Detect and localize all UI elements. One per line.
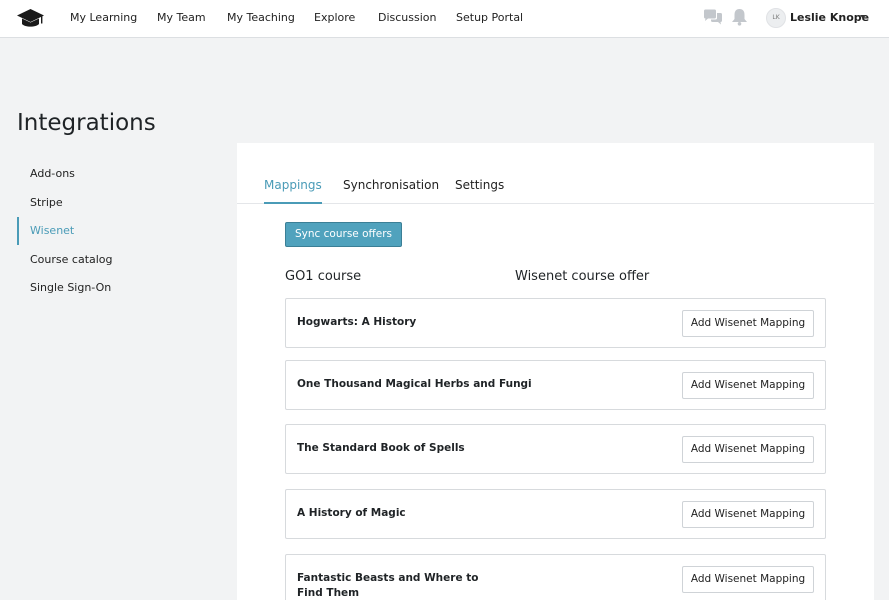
course-mapping-row: One Thousand Magical Herbs and Fungi Add… <box>285 360 826 410</box>
wisenet-panel: Mappings Synchronisation Settings Sync c… <box>237 143 874 600</box>
nav-explore[interactable]: Explore <box>314 0 355 37</box>
course-mapping-row: A History of Magic Add Wisenet Mapping <box>285 489 826 539</box>
course-mapping-row: Hogwarts: A History Add Wisenet Mapping <box>285 298 826 348</box>
caret-down-icon[interactable] <box>860 15 866 19</box>
nav-my-learning[interactable]: My Learning <box>70 0 137 37</box>
graduation-cap-logo-icon[interactable] <box>16 7 45 31</box>
chat-bubbles-icon[interactable] <box>703 9 723 26</box>
course-mapping-row: Fantastic Beasts and Where to Find Them … <box>285 554 826 600</box>
add-wisenet-mapping-button[interactable]: Add Wisenet Mapping <box>682 372 814 399</box>
course-title: The Standard Book of Spells <box>297 442 465 454</box>
add-wisenet-mapping-button[interactable]: Add Wisenet Mapping <box>682 310 814 337</box>
add-wisenet-mapping-button[interactable]: Add Wisenet Mapping <box>682 566 814 593</box>
column-header-go1-course: GO1 course <box>285 269 362 284</box>
page-title: Integrations <box>17 110 156 136</box>
user-avatar[interactable]: LK <box>766 8 786 28</box>
nav-my-team[interactable]: My Team <box>157 0 206 37</box>
top-navigation-bar: My Learning My Team My Teaching Explore … <box>0 0 889 38</box>
sync-course-offers-button[interactable]: Sync course offers <box>285 222 402 247</box>
tab-mappings[interactable]: Mappings <box>264 178 322 204</box>
user-name[interactable]: Leslie Knope <box>790 0 869 37</box>
nav-setup-portal[interactable]: Setup Portal <box>456 0 523 37</box>
course-mapping-row: The Standard Book of Spells Add Wisenet … <box>285 424 826 474</box>
nav-my-teaching[interactable]: My Teaching <box>227 0 295 37</box>
tab-bar: Mappings Synchronisation Settings <box>237 143 874 204</box>
add-wisenet-mapping-button[interactable]: Add Wisenet Mapping <box>682 501 814 528</box>
course-title: A History of Magic <box>297 507 406 519</box>
tab-settings[interactable]: Settings <box>455 178 504 204</box>
sidebar-item-stripe[interactable]: Stripe <box>17 189 197 217</box>
course-title: One Thousand Magical Herbs and Fungi <box>297 378 532 390</box>
sidebar-item-single-sign-on[interactable]: Single Sign-On <box>17 274 197 302</box>
nav-discussion[interactable]: Discussion <box>378 0 437 37</box>
add-wisenet-mapping-button[interactable]: Add Wisenet Mapping <box>682 436 814 463</box>
course-title: Hogwarts: A History <box>297 316 417 328</box>
sidebar-item-add-ons[interactable]: Add-ons <box>17 160 197 188</box>
bell-notification-icon[interactable] <box>731 8 748 26</box>
tab-synchronisation[interactable]: Synchronisation <box>343 178 439 204</box>
sidebar-item-course-catalog[interactable]: Course catalog <box>17 246 197 274</box>
course-title: Fantastic Beasts and Where to Find Them <box>297 572 479 599</box>
column-header-wisenet-offer: Wisenet course offer <box>515 269 650 284</box>
sidebar-item-wisenet[interactable]: Wisenet <box>17 217 197 245</box>
